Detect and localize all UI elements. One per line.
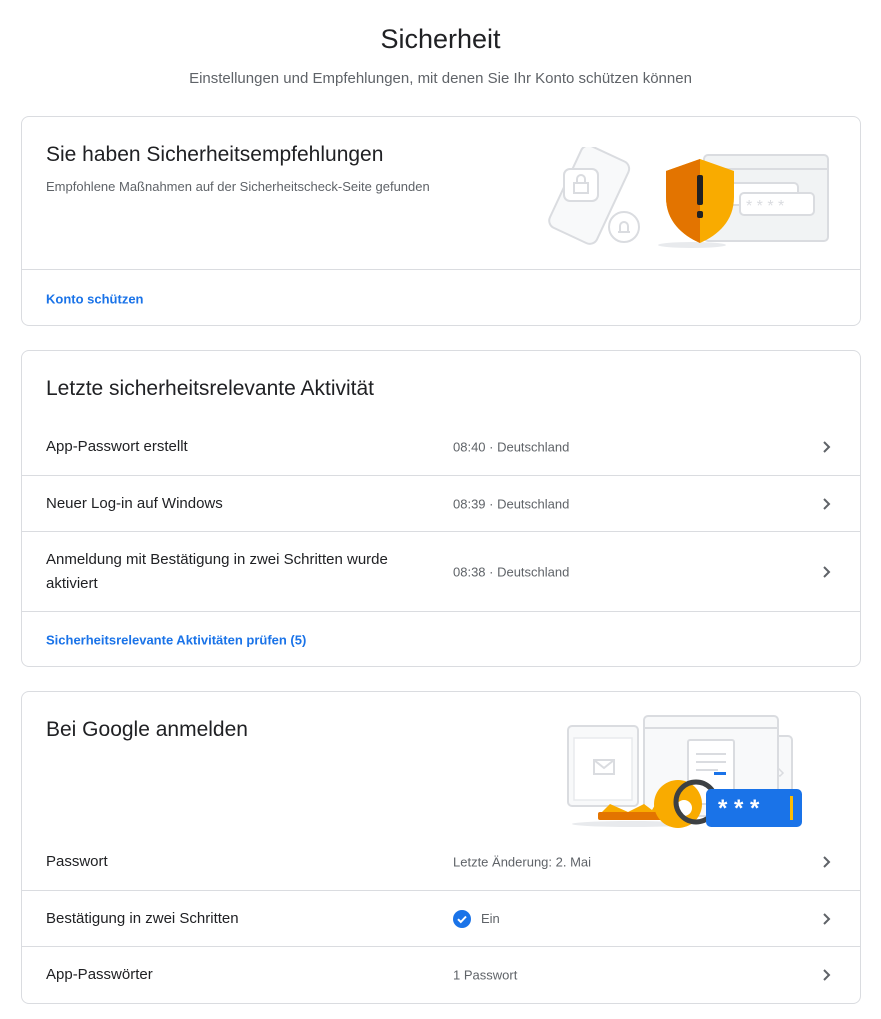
activity-value: 08:39 · Deutschland <box>453 496 570 511</box>
chevron-right-icon <box>823 497 831 510</box>
page-subtitle: Einstellungen und Empfehlungen, mit dene… <box>189 70 692 87</box>
warning-shield-icon: * * * * <box>548 147 829 248</box>
activity-value: 08:38 · Deutschland <box>453 564 570 579</box>
activity-value: 08:40 · Deutschland <box>453 439 570 455</box>
page-title: Sicherheit <box>380 24 501 54</box>
chevron-right-icon <box>823 969 831 981</box>
activity-row[interactable]: Anmeldung mit Bestätigung in zwei Schrit… <box>22 531 860 611</box>
activity-row[interactable]: Neuer Log-in auf Windows 08:39 · Deutsch… <box>22 475 860 531</box>
recommendations-card: Sie haben Sicherheitsempfehlungen Empfoh… <box>21 116 861 326</box>
app-passwords-label: App-Passwörter <box>46 966 153 983</box>
activity-label: App-Passwort erstellt <box>46 438 188 455</box>
signin-row-two-step[interactable]: Bestätigung in zwei Schritten Ein <box>22 890 860 946</box>
review-activity-link[interactable]: Sicherheitsrelevante Aktivitäten prüfen … <box>46 633 306 648</box>
two-step-status: Ein <box>453 909 500 928</box>
protect-account-link[interactable]: Konto schützen <box>46 291 144 306</box>
signin-title: Bei Google anmelden <box>46 718 248 741</box>
svg-text:* * *: * * * <box>718 795 760 822</box>
chevron-right-icon <box>823 565 831 578</box>
key-password-icon: * * * <box>567 715 802 828</box>
signin-row-password[interactable]: Passwort Letzte Änderung: 2. Mai <box>22 834 860 890</box>
chevron-right-icon <box>823 856 831 868</box>
activity-label: Anmeldung mit Bestätigung in zwei Schrit… <box>46 550 388 592</box>
recommendations-description: Empfohlene Maßnahmen auf der Sicherheits… <box>46 179 430 194</box>
check-circle-icon <box>453 909 471 928</box>
signin-card: Bei Google anmelden * * * Passwort Letzt… <box>21 691 861 1004</box>
recommendations-title: Sie haben Sicherheitsempfehlungen <box>46 143 384 166</box>
password-label: Passwort <box>46 853 108 870</box>
chevron-right-icon <box>823 441 831 453</box>
chevron-right-icon <box>823 912 831 925</box>
signin-row-app-passwords[interactable]: App-Passwörter 1 Passwort <box>22 946 860 1003</box>
activity-row[interactable]: App-Passwort erstellt 08:40 · Deutschlan… <box>22 419 860 475</box>
activity-label: Neuer Log-in auf Windows <box>46 494 223 512</box>
two-step-label: Bestätigung in zwei Schritten <box>46 909 239 927</box>
two-step-value: Ein <box>481 911 500 926</box>
app-passwords-value: 1 Passwort <box>453 967 518 983</box>
recent-activity-card: Letzte sicherheitsrelevante Aktivität Ap… <box>21 350 861 667</box>
password-value: Letzte Änderung: 2. Mai <box>453 854 592 870</box>
recent-activity-title: Letzte sicherheitsrelevante Aktivität <box>46 377 375 400</box>
protect-account-link-row[interactable]: Konto schützen <box>22 269 860 325</box>
svg-text:* * * *: * * * * <box>746 198 784 215</box>
review-activity-link-row[interactable]: Sicherheitsrelevante Aktivitäten prüfen … <box>22 611 860 666</box>
